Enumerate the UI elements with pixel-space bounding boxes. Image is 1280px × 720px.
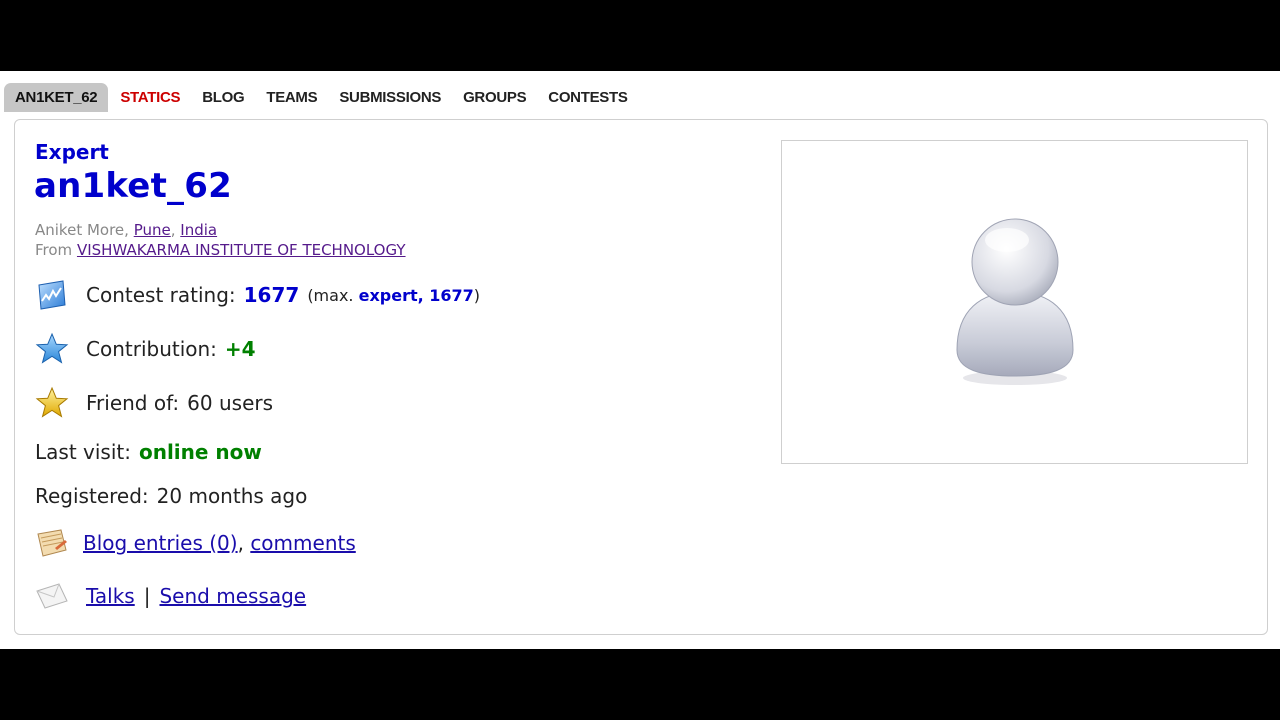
- contribution-label: Contribution:: [86, 337, 217, 361]
- rating-chart-icon: [35, 278, 69, 312]
- blog-notepad-icon: [35, 526, 69, 560]
- avatar-box: [781, 140, 1248, 464]
- blog-row: Blog entries (0), comments: [35, 526, 356, 560]
- gold-star-icon: [35, 386, 69, 420]
- rating-value: 1677: [243, 283, 300, 307]
- browser-viewport: AN1KET_62 STATICS BLOG TEAMS SUBMISSIONS…: [0, 71, 1280, 649]
- tab-groups[interactable]: GROUPS: [452, 83, 537, 112]
- last-visit-value: online now: [138, 440, 262, 464]
- registered-value: 20 months ago: [156, 484, 308, 508]
- user-organization-line: From VISHWAKARMA INSTITUTE OF TECHNOLOGY: [35, 240, 406, 260]
- max-rating: (max. expert, 1677): [307, 286, 480, 305]
- contribution-value: +4: [224, 337, 256, 361]
- max-rating-value: expert, 1677: [358, 285, 474, 305]
- registered-row: Registered: 20 months ago: [35, 484, 307, 508]
- user-handle: an1ket_62: [34, 166, 232, 206]
- user-full-name: Aniket More: [35, 221, 125, 239]
- link-separator: |: [143, 584, 151, 608]
- max-prefix: (max.: [307, 285, 354, 305]
- avatar-placeholder-icon: [945, 210, 1085, 394]
- friend-row: Friend of: 60 users: [35, 386, 273, 420]
- friend-value: 60 users: [187, 391, 274, 415]
- tab-statics[interactable]: STATICS: [109, 83, 191, 112]
- user-location-line: Aniket More, Pune, India: [35, 221, 218, 239]
- registered-label: Registered:: [35, 484, 149, 508]
- envelope-icon: [35, 579, 69, 613]
- talks-row: Talks | Send message: [35, 579, 306, 613]
- send-message-link[interactable]: Send message: [159, 584, 306, 608]
- comma-separator: ,: [237, 531, 251, 555]
- max-suffix: ): [473, 285, 481, 305]
- tab-submissions[interactable]: SUBMISSIONS: [328, 83, 452, 112]
- last-visit-row: Last visit: online now: [35, 440, 262, 464]
- city-link[interactable]: Pune: [134, 221, 171, 239]
- from-label: From: [35, 241, 73, 259]
- country-link[interactable]: India: [180, 221, 217, 239]
- user-meta: Aniket More, Pune, India From VISHWAKARM…: [35, 220, 406, 260]
- friend-label: Friend of:: [86, 391, 180, 415]
- blog-entries-link[interactable]: Blog entries (0): [83, 531, 238, 555]
- user-rank: Expert: [35, 140, 109, 164]
- profile-tabs: AN1KET_62 STATICS BLOG TEAMS SUBMISSIONS…: [4, 82, 639, 112]
- last-visit-label: Last visit:: [35, 440, 131, 464]
- rating-label: Contest rating:: [86, 283, 236, 307]
- organization-link[interactable]: VISHWAKARMA INSTITUTE OF TECHNOLOGY: [77, 241, 406, 259]
- comments-link[interactable]: comments: [250, 531, 355, 555]
- contribution-row: Contribution: +4: [35, 332, 256, 366]
- tab-contests[interactable]: CONTESTS: [537, 83, 638, 112]
- tab-profile[interactable]: AN1KET_62: [4, 82, 109, 112]
- tab-teams[interactable]: TEAMS: [255, 83, 328, 112]
- blue-star-icon: [35, 332, 69, 366]
- talks-link[interactable]: Talks: [86, 584, 135, 608]
- rating-row: Contest rating: 1677 (max. expert, 1677): [35, 278, 480, 312]
- tab-blog[interactable]: BLOG: [191, 83, 255, 112]
- profile-panel: Expert an1ket_62 Aniket More, Pune, Indi…: [14, 119, 1268, 635]
